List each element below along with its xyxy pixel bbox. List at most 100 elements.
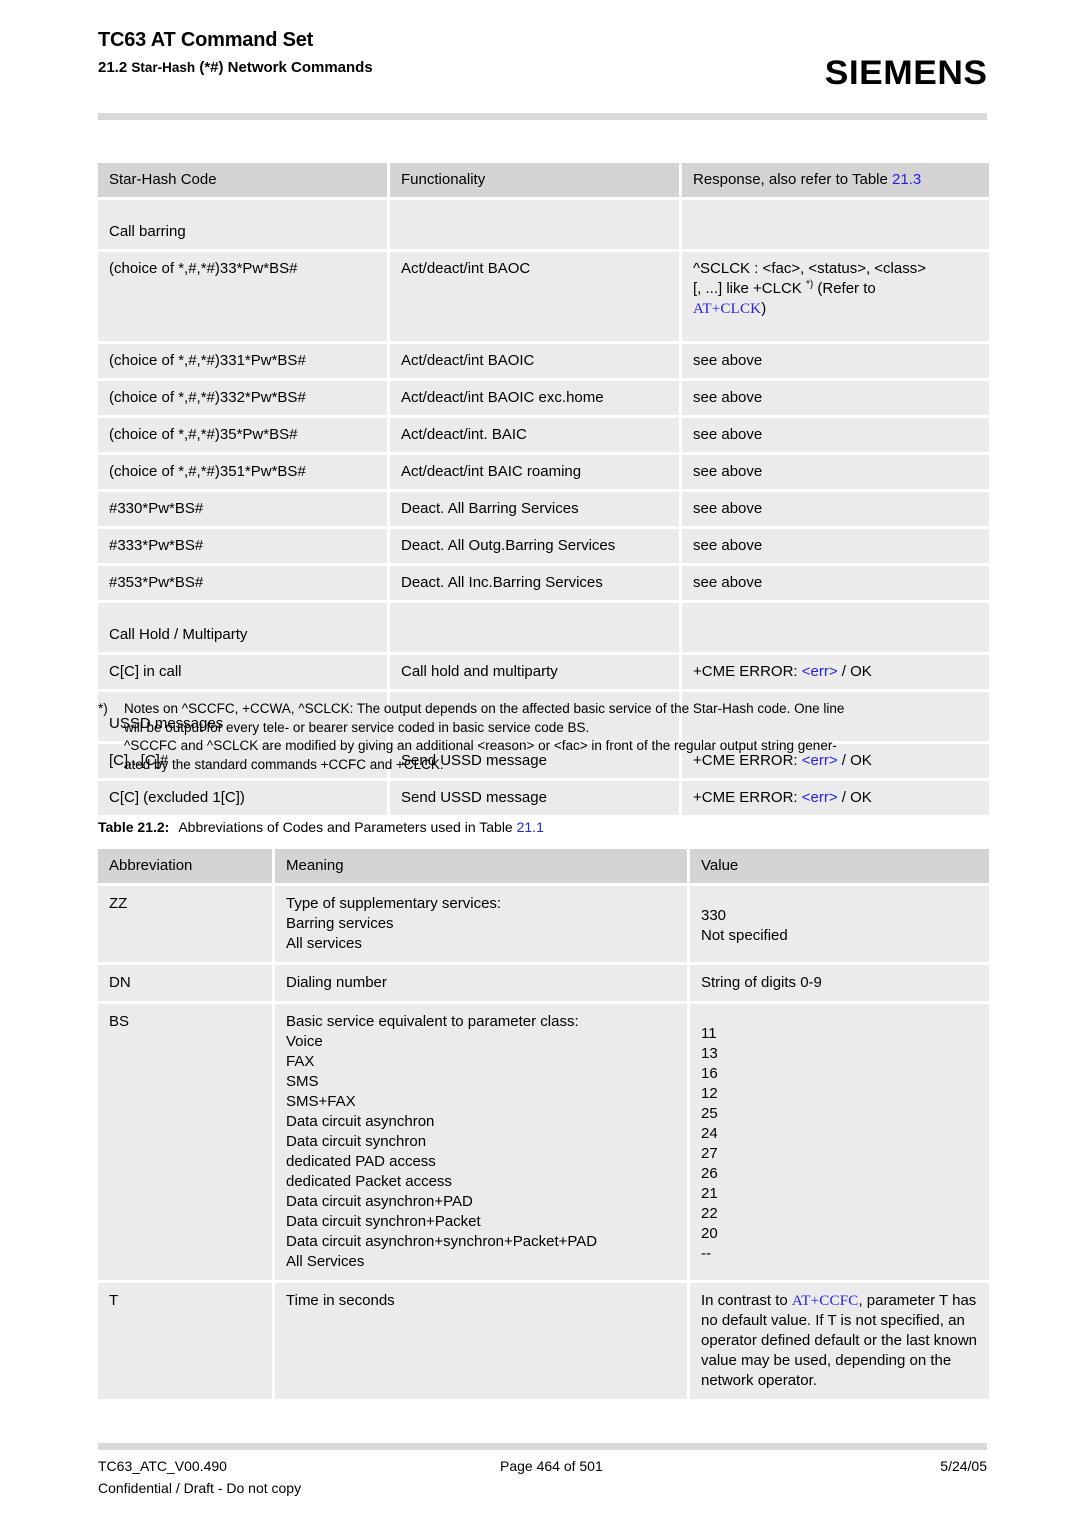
column-header-meaning: Meaning — [275, 849, 690, 886]
section-number: 21.2 — [98, 59, 132, 76]
document-title: TC63 AT Command Set — [98, 29, 314, 51]
cell-functionality: Call hold and multiparty — [390, 655, 682, 692]
table-row: C[C] (excluded 1[C]) Send USSD message +… — [98, 781, 989, 818]
response-prefix: +CME ERROR: — [693, 663, 802, 680]
value-line: 22 — [701, 1205, 718, 1222]
cell-meaning: Basic service equivalent to parameter cl… — [275, 1004, 690, 1283]
footer-divider — [98, 1443, 987, 1450]
table-header-row: Abbreviation Meaning Value — [98, 849, 989, 886]
cell-code: (choice of *,#,*#)351*Pw*BS# — [98, 455, 390, 492]
cell-functionality: Act/deact/int. BAIC — [390, 418, 682, 455]
meaning-list: Type of supplementary services: Barring … — [286, 894, 677, 954]
value-prefix: In contrast to — [701, 1292, 792, 1309]
footnote-text-3: ^SCCFC and ^SCLCK are modified by giving… — [124, 738, 837, 754]
meaning-line: Data circuit synchron+Packet — [286, 1213, 481, 1230]
cell-response: see above — [682, 492, 989, 529]
column-header-value: Value — [690, 849, 989, 886]
page-footer: TC63_ATC_V00.490 Page 464 of 501 5/24/05… — [98, 1456, 987, 1499]
cell-functionality: Send USSD message — [390, 781, 682, 818]
footer-confidential-notice: Confidential / Draft - Do not copy — [98, 1480, 302, 1496]
table-row: BS Basic service equivalent to parameter… — [98, 1004, 989, 1283]
cell-response: ^SCLCK : <fac>, <status>, <class> [, ...]… — [682, 252, 989, 344]
response-line-2a: [, ...] like +CLCK — [693, 280, 806, 297]
at-ccfc-link[interactable]: AT+CCFC — [792, 1293, 859, 1309]
response-line-2b: (Refer to — [813, 280, 876, 297]
value-line: 26 — [701, 1165, 718, 1182]
table-row: DN Dialing number String of digits 0-9 — [98, 965, 989, 1004]
section-spacer-response — [682, 603, 989, 655]
footnote-line: *) Notes on ^SCCFC, +CCWA, ^SCLCK: The o… — [98, 700, 993, 719]
column-header-star-hash-code: Star-Hash Code — [98, 163, 390, 200]
cell-abbreviation: DN — [98, 965, 275, 1004]
section-spacer-response — [682, 200, 989, 252]
footnote-line: ^SCCFC and ^SCLCK are modified by giving… — [98, 737, 993, 756]
table-ref-21-3[interactable]: 21.3 — [892, 171, 921, 188]
cell-meaning: Dialing number — [275, 965, 690, 1004]
table-section-call-hold-multiparty: Call Hold / Multiparty — [98, 603, 989, 655]
table-row: (choice of *,#,*#)35*Pw*BS# Act/deact/in… — [98, 418, 989, 455]
cell-value: String of digits 0-9 — [690, 965, 989, 1004]
footer-top-line: TC63_ATC_V00.490 Page 464 of 501 5/24/05 — [98, 1456, 987, 1477]
cell-code: (choice of *,#,*#)33*Pw*BS# — [98, 252, 390, 344]
caption-label: Table 21.2: — [98, 819, 170, 835]
meaning-list: Basic service equivalent to parameter cl… — [286, 1012, 677, 1272]
header-divider — [98, 113, 987, 120]
caption-text: Abbreviations of Codes and Parameters us… — [178, 819, 517, 835]
response-suffix: / OK — [837, 789, 872, 806]
at-clck-link[interactable]: AT+CLCK — [693, 301, 761, 317]
table-row: (choice of *,#,*#)33*Pw*BS# Act/deact/in… — [98, 252, 989, 344]
section-starhash-label: Star-Hash — [131, 60, 196, 75]
meaning-line: Data circuit asynchron+synchron+Packet+P… — [286, 1233, 598, 1250]
cell-functionality: Deact. All Outg.Barring Services — [390, 529, 682, 566]
table-ref-21-1[interactable]: 21.1 — [517, 819, 544, 835]
footnote-text-2: will be output for every tele- or bearer… — [124, 719, 590, 735]
meaning-line: SMS+FAX — [286, 1093, 356, 1110]
table-row: #330*Pw*BS# Deact. All Barring Services … — [98, 492, 989, 529]
value-line: -- — [701, 1245, 711, 1262]
cell-response: see above — [682, 344, 989, 381]
meaning-line: Data circuit asynchron — [286, 1113, 435, 1130]
cell-functionality: Act/deact/int BAOC — [390, 252, 682, 344]
siemens-logo: SIEMENS — [825, 54, 988, 92]
cell-meaning: Type of supplementary services: Barring … — [275, 886, 690, 965]
section-label: Call Hold / Multiparty — [98, 603, 390, 655]
column-header-response: Response, also refer to Table 21.3 — [682, 163, 989, 200]
table-row: C[C] in call Call hold and multiparty +C… — [98, 655, 989, 692]
footnote-line: ated by the standard commands +CCFC and … — [98, 756, 993, 775]
meaning-line: Basic service equivalent to parameter cl… — [286, 1013, 579, 1030]
value-line: 25 — [701, 1105, 718, 1122]
value-line: 12 — [701, 1085, 718, 1102]
cell-meaning: Time in seconds — [275, 1283, 690, 1402]
column-header-response-text: Response, also refer to Table — [693, 171, 893, 188]
value-line: 27 — [701, 1145, 718, 1162]
table-row: (choice of *,#,*#)331*Pw*BS# Act/deact/i… — [98, 344, 989, 381]
table-row: #333*Pw*BS# Deact. All Outg.Barring Serv… — [98, 529, 989, 566]
cell-response: +CME ERROR: <err> / OK — [682, 655, 989, 692]
cell-code: (choice of *,#,*#)332*Pw*BS# — [98, 381, 390, 418]
value-list: 330 Not specified — [701, 906, 979, 946]
meaning-line: dedicated PAD access — [286, 1153, 436, 1170]
table-row: T Time in seconds In contrast to AT+CCFC… — [98, 1283, 989, 1402]
table-header-row: Star-Hash Code Functionality Response, a… — [98, 163, 989, 200]
cell-code: #353*Pw*BS# — [98, 566, 390, 603]
cell-value: 330 Not specified — [690, 886, 989, 965]
response-line-3-tail: ) — [761, 300, 767, 317]
footnote-marker: *) — [98, 701, 108, 716]
value-line: 24 — [701, 1125, 718, 1142]
section-spacer-functionality — [390, 200, 682, 252]
abbreviations-table: Abbreviation Meaning Value ZZ Type of su… — [98, 849, 989, 1402]
value-line: 16 — [701, 1065, 718, 1082]
page-header: TC63 AT Command Set 21.2 Star-Hash (*#) … — [98, 28, 988, 98]
section-title-suffix: (*#) Network Commands — [195, 59, 373, 76]
meaning-line: SMS — [286, 1073, 319, 1090]
cell-code: C[C] in call — [98, 655, 390, 692]
cell-value: In contrast to AT+CCFC, parameter T has … — [690, 1283, 989, 1402]
footnote-indent — [98, 737, 124, 756]
footer-page-number: Page 464 of 501 — [500, 1458, 603, 1474]
cell-code: (choice of *,#,*#)35*Pw*BS# — [98, 418, 390, 455]
cell-response: see above — [682, 455, 989, 492]
cell-value: 11 13 16 12 25 24 27 26 21 22 20 -- — [690, 1004, 989, 1283]
column-header-functionality: Functionality — [390, 163, 682, 200]
cell-functionality: Deact. All Inc.Barring Services — [390, 566, 682, 603]
meaning-line: Barring services — [286, 915, 394, 932]
